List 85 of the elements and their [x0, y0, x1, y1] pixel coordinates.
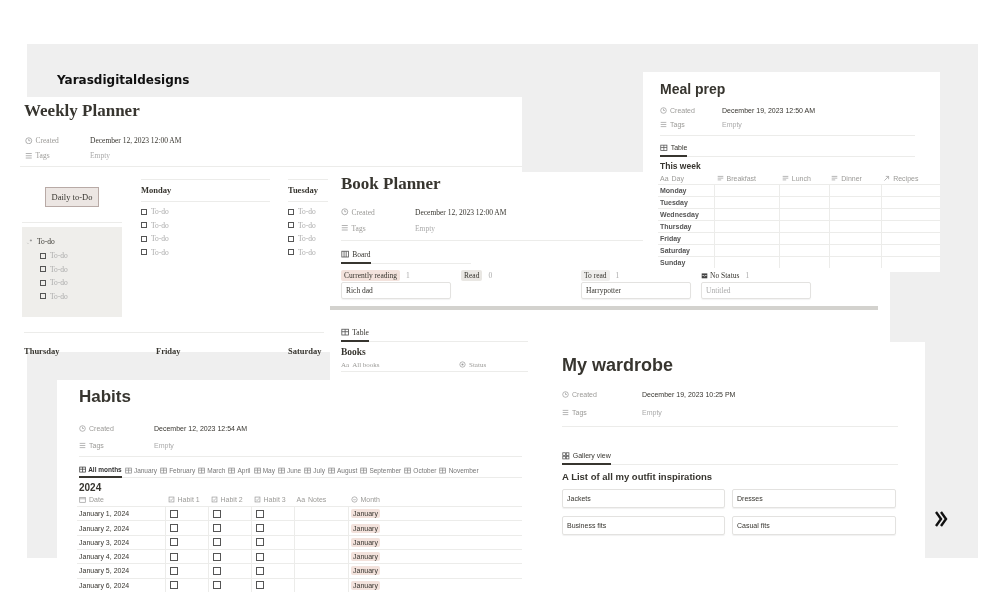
day-heading: Saturday [288, 347, 322, 356]
table-icon [79, 466, 87, 474]
checkbox[interactable] [170, 524, 178, 533]
checkbox[interactable] [141, 249, 147, 256]
table-icon [360, 466, 368, 474]
table-icon [404, 466, 412, 474]
table-title: This week [660, 160, 702, 171]
table-icon [304, 466, 312, 474]
checkbox[interactable] [170, 552, 178, 561]
checkbox[interactable] [40, 293, 46, 300]
lines-icon [716, 174, 724, 182]
checkbox-icon [210, 496, 218, 504]
table-icon [160, 466, 168, 474]
lines-icon [781, 174, 789, 182]
checkbox[interactable] [213, 509, 221, 518]
checkbox[interactable] [40, 279, 46, 286]
select-icon [350, 496, 358, 504]
board-icon [341, 250, 350, 259]
checkbox[interactable] [256, 567, 264, 576]
list-icon [341, 224, 349, 232]
checkbox[interactable] [170, 538, 178, 547]
list-icon [660, 120, 667, 128]
scrollbar[interactable] [330, 306, 878, 310]
checkbox[interactable] [213, 538, 221, 547]
checkbox-icon [167, 496, 175, 504]
day-heading: Monday [141, 184, 173, 197]
checkbox[interactable] [141, 208, 147, 215]
day-heading: Thursday [24, 347, 60, 356]
table-icon [228, 466, 236, 474]
checkbox[interactable] [170, 581, 178, 590]
table-icon [253, 466, 261, 474]
list-icon [25, 151, 33, 160]
clock-icon [25, 136, 33, 145]
checkbox[interactable] [288, 222, 294, 229]
clock-icon [341, 208, 349, 216]
day-heading: Friday [156, 347, 181, 356]
status-icon [459, 361, 466, 368]
table-icon [277, 466, 286, 474]
checkbox[interactable] [256, 524, 264, 533]
checkbox[interactable] [213, 524, 221, 533]
table-icon [198, 466, 206, 474]
table-icon [439, 466, 447, 474]
checkbox[interactable] [288, 208, 294, 215]
table-title: 2024 [79, 482, 103, 494]
checkbox[interactable] [170, 567, 178, 576]
sparkle-icon [26, 238, 33, 245]
checkbox[interactable] [256, 509, 264, 518]
clock-icon [79, 425, 86, 432]
calendar-icon [79, 496, 86, 504]
checkbox[interactable] [256, 538, 264, 547]
checkbox[interactable] [213, 567, 221, 576]
daily-todo-button[interactable]: Daily to-Do [44, 186, 100, 207]
table-icon [327, 466, 336, 474]
arrow-icon [883, 174, 891, 182]
page-title: Meal prep [660, 81, 726, 99]
checkbox[interactable] [141, 235, 147, 242]
table-icon [341, 328, 350, 337]
checkbox[interactable] [40, 266, 46, 273]
checkbox[interactable] [213, 552, 221, 561]
table-icon [660, 144, 668, 152]
page-title: Book Planner [341, 174, 441, 195]
gallery-icon [562, 452, 570, 460]
lines-icon [831, 174, 839, 182]
brand-name: Yarasdigitaldesigns [57, 73, 190, 87]
day-heading: Tuesday [288, 184, 319, 197]
checkbox[interactable] [256, 581, 264, 590]
clock-icon [660, 106, 667, 114]
checkbox[interactable] [213, 581, 221, 590]
table-title: Books [341, 347, 367, 357]
checkbox[interactable] [40, 252, 46, 259]
page-title: My wardrobe [562, 355, 674, 377]
checkbox[interactable] [256, 552, 264, 561]
gallery-heading: A List of all my outfit inspirations [562, 470, 714, 482]
double-chevron-icon[interactable] [934, 510, 948, 528]
checkbox[interactable] [141, 222, 147, 229]
page-title: Weekly Planner [24, 101, 140, 122]
clock-icon [562, 390, 569, 398]
checkbox[interactable] [288, 235, 294, 242]
checkbox[interactable] [288, 249, 294, 256]
page-title: Habits [79, 387, 131, 408]
table-icon [124, 466, 132, 474]
checkbox[interactable] [170, 509, 178, 518]
list-icon [79, 442, 86, 449]
checkbox-icon [253, 496, 261, 504]
list-icon [562, 408, 569, 416]
